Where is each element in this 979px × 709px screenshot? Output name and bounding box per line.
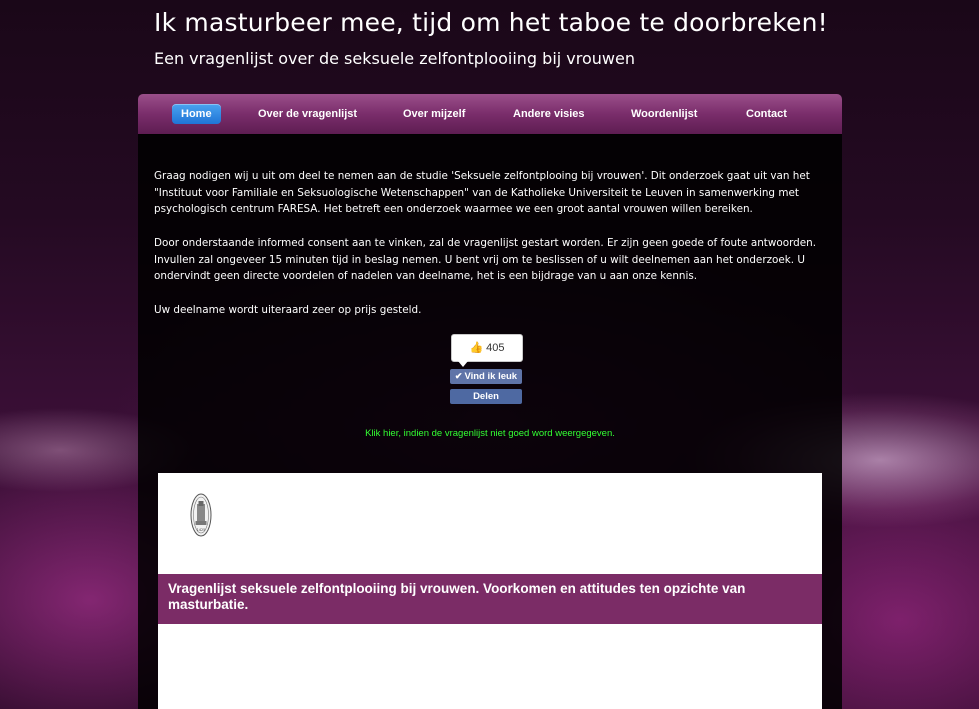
survey-frame: 1425 Vragenlijst seksuele zelfontplooiin… [158, 473, 822, 709]
university-seal-icon: 1425 [190, 493, 212, 537]
intro-paragraph: Graag nodigen wij u uit om deel te nemen… [154, 170, 810, 215]
survey-fallback-link[interactable]: Klik hier, indien de vragenlijst niet go… [138, 428, 842, 439]
nav-item-home[interactable]: Home [172, 104, 221, 124]
nav-item-over-de-vragenlijst[interactable]: Over de vragenlijst [258, 104, 357, 124]
facebook-share-button[interactable]: Delen [450, 389, 522, 404]
nav-item-contact[interactable]: Contact [746, 104, 787, 124]
page-wrapper: Ik masturbeer mee, tijd om het taboe te … [138, 0, 842, 709]
facebook-like-count-box: 👍 405 [451, 334, 523, 367]
like-count: 405 [486, 342, 505, 354]
survey-title: Vragenlijst seksuele zelfontplooiing bij… [168, 581, 746, 612]
check-icon: ✔ [454, 371, 463, 381]
like-button-label: Vind ik leuk [464, 371, 518, 382]
nav-item-woordenlijst[interactable]: Woordenlijst [631, 104, 697, 124]
nav-item-andere-visies[interactable]: Andere visies [513, 104, 585, 124]
seal-year: 1425 [197, 528, 206, 532]
nav-item-over-mijzelf[interactable]: Over mijzelf [403, 104, 465, 124]
facebook-like-button[interactable]: ✔ Vind ik leuk [450, 369, 522, 384]
content-panel: Graag nodigen wij u uit om deel te nemen… [138, 134, 842, 709]
survey-header: Vragenlijst seksuele zelfontplooiing bij… [158, 574, 822, 624]
thumbs-up-icon: 👍 [469, 342, 484, 354]
appreciation-paragraph: Uw deelname wordt uiteraard zeer op prij… [154, 304, 422, 316]
consent-paragraph: Door onderstaande informed consent aan t… [154, 237, 817, 282]
site-subtitle: Een vragenlijst over de seksuele zelfont… [154, 49, 635, 68]
site-title: Ik masturbeer mee, tijd om het taboe te … [154, 8, 828, 37]
main-nav: Home Over de vragenlijst Over mijzelf An… [138, 94, 842, 134]
